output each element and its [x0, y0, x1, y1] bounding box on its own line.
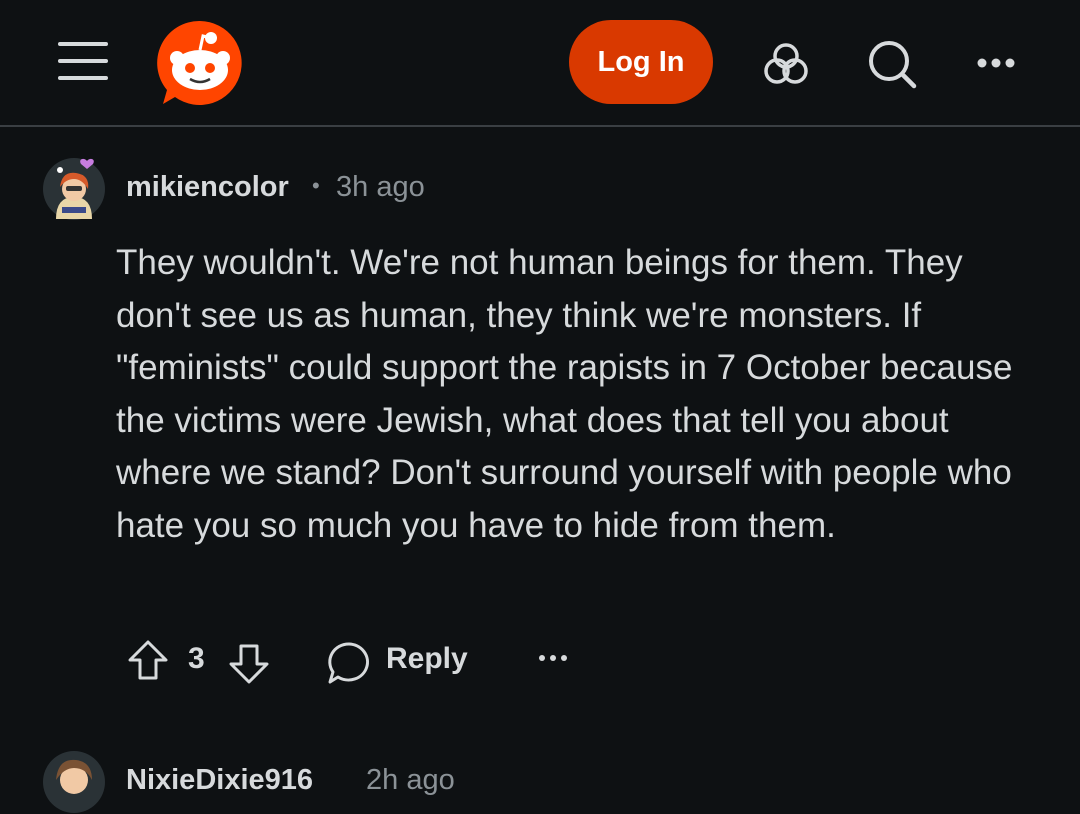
- separator-dot: •: [312, 173, 320, 198]
- comment-actions: 3 Reply: [0, 632, 1080, 692]
- next-comment-username[interactable]: NixieDixie916: [126, 764, 313, 797]
- communities-icon[interactable]: [758, 36, 814, 92]
- comment-username[interactable]: mikiencolor: [126, 171, 289, 204]
- menu-icon[interactable]: [58, 42, 110, 82]
- top-bar: Log In: [0, 0, 1080, 127]
- login-button[interactable]: Log In: [569, 20, 713, 104]
- next-comment: NixieDixie916 2h ago: [0, 750, 1080, 813]
- reply-icon[interactable]: [326, 640, 372, 686]
- more-options-icon[interactable]: [968, 36, 1024, 92]
- search-icon[interactable]: [864, 36, 920, 92]
- next-avatar[interactable]: [42, 750, 106, 814]
- comment-timestamp: 3h ago: [336, 171, 425, 203]
- next-comment-timestamp: 2h ago: [366, 764, 455, 796]
- comment-body: They wouldn't. We're not human beings fo…: [116, 243, 1013, 545]
- avatar[interactable]: [42, 157, 106, 221]
- downvote-icon[interactable]: [227, 642, 271, 686]
- comment-more-icon[interactable]: [536, 648, 570, 668]
- reply-button[interactable]: Reply: [386, 642, 468, 676]
- reddit-logo[interactable]: [155, 18, 245, 108]
- vote-count: 3: [188, 642, 205, 675]
- upvote-icon[interactable]: [126, 638, 170, 682]
